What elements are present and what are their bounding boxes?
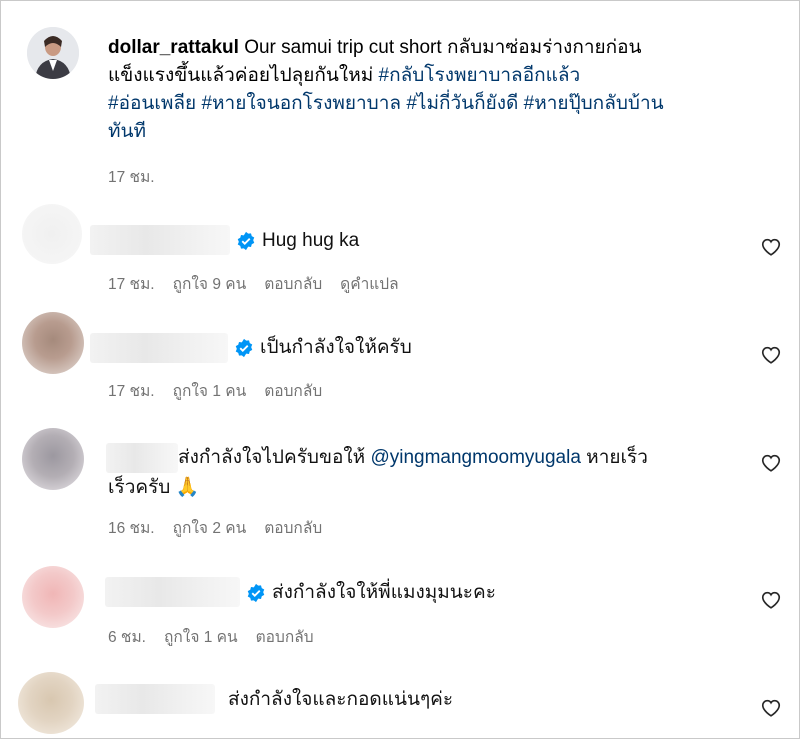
comment-text: ส่งกำลังใจและกอดแน่นๆค่ะ xyxy=(228,689,454,710)
hashtag-link[interactable]: ทันที xyxy=(108,121,146,142)
comment-username-blurred[interactable] xyxy=(106,443,178,473)
like-heart-icon[interactable] xyxy=(760,589,782,611)
comment-avatar[interactable] xyxy=(18,672,84,734)
comment-username-blurred[interactable] xyxy=(95,684,215,714)
comment-avatar[interactable] xyxy=(22,204,82,264)
hashtag-link[interactable]: #กลับโรงพยาบาลอีกแล้ว xyxy=(379,65,581,86)
verified-badge-icon xyxy=(235,338,253,358)
like-heart-icon[interactable] xyxy=(760,344,782,366)
reply-button[interactable]: ตอบกลับ xyxy=(256,629,314,646)
comment-text: ส่งกำลังใจไปครับขอให้ @yingmangmoomyugal… xyxy=(178,444,648,472)
reply-button[interactable]: ตอบกลับ xyxy=(264,276,322,293)
comment-avatar[interactable] xyxy=(22,312,84,374)
reply-button[interactable]: ตอบกลับ xyxy=(264,520,322,537)
comment-text-line2: เร็วครับ 🙏 xyxy=(108,474,199,502)
caption-text: Our samui trip cut short กลับมาซ่อมร่างก… xyxy=(238,37,642,58)
comment-likes[interactable]: ถูกใจ 9 คน xyxy=(173,276,247,293)
comment-text-part: หายเร็ว xyxy=(580,447,648,468)
like-heart-icon[interactable] xyxy=(760,697,782,719)
see-translation-button[interactable]: ดูคำแปล xyxy=(340,276,398,293)
comment-likes[interactable]: ถูกใจ 2 คน xyxy=(173,520,247,537)
comment-avatar[interactable] xyxy=(22,566,84,628)
comment-username-blurred[interactable] xyxy=(105,577,240,607)
comment-text-part: ส่งกำลังใจไปครับขอให้ xyxy=(178,447,371,468)
like-heart-icon[interactable] xyxy=(760,236,782,258)
post-username[interactable]: dollar_rattakul xyxy=(108,37,239,58)
like-heart-icon[interactable] xyxy=(760,452,782,474)
comment-timestamp[interactable]: 6 ชม. xyxy=(108,629,146,646)
comment-meta: 17 ชม. ถูกใจ 1 คน ตอบกลับ xyxy=(108,378,340,403)
caption-text-line2: แข็งแรงขึ้นแล้วค่อยไปลุยกันใหม่ xyxy=(108,65,379,86)
comment-text: Hug hug ka xyxy=(262,230,360,251)
comment-username-blurred[interactable] xyxy=(90,333,228,363)
comment-timestamp[interactable]: 17 ชม. xyxy=(108,276,155,293)
comment-avatar[interactable] xyxy=(22,428,84,490)
comment-meta: 17 ชม. ถูกใจ 9 คน ตอบกลับ ดูคำแปล xyxy=(108,271,417,296)
hashtag-link[interactable]: #ไม่กี่วันก็ยังดี xyxy=(406,93,518,114)
mention-link[interactable]: @yingmangmoomyugala xyxy=(370,447,580,468)
comment-likes[interactable]: ถูกใจ 1 คน xyxy=(164,629,238,646)
verified-badge-icon xyxy=(247,583,265,603)
comment-text-part: เร็วครับ xyxy=(108,477,171,498)
post-timestamp[interactable]: 17 ชม. xyxy=(108,164,155,189)
comment-meta: 16 ชม. ถูกใจ 2 คน ตอบกลับ xyxy=(108,515,340,540)
post-author-avatar[interactable] xyxy=(27,27,79,79)
comment-username-blurred[interactable] xyxy=(90,225,230,255)
hashtag-link[interactable]: #หายปุ๊บกลับบ้าน xyxy=(524,93,664,114)
verified-badge-icon xyxy=(237,231,255,251)
comment-meta: 6 ชม. ถูกใจ 1 คน ตอบกลับ xyxy=(108,624,332,649)
hashtag-link[interactable]: #อ่อนเพลีย xyxy=(108,93,196,114)
comment-text: ส่งกำลังใจให้พี่แมงมุมนะคะ xyxy=(272,582,496,603)
post-caption: dollar_rattakul Our samui trip cut short… xyxy=(108,34,768,146)
comment-timestamp[interactable]: 16 ชม. xyxy=(108,520,155,537)
comment-likes[interactable]: ถูกใจ 1 คน xyxy=(173,383,247,400)
folded-hands-emoji: 🙏 xyxy=(175,477,200,498)
hashtag-link[interactable]: #หายใจนอกโรงพยาบาล xyxy=(201,93,401,114)
comment-text: เป็นกำลังใจให้ครับ xyxy=(260,337,412,358)
comment-timestamp[interactable]: 17 ชม. xyxy=(108,383,155,400)
reply-button[interactable]: ตอบกลับ xyxy=(264,383,322,400)
